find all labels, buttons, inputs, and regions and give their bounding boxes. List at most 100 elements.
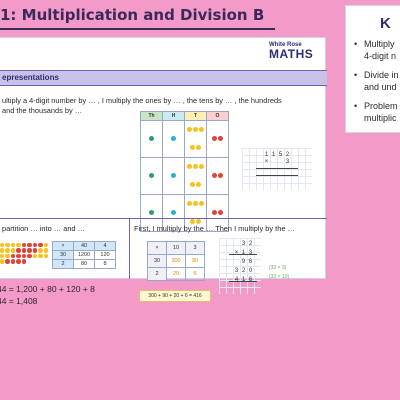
calc2-digit: 3 xyxy=(248,250,253,256)
key-item-1-line-2: 4-digit n xyxy=(364,51,397,61)
partition-cell: 120 xyxy=(94,250,116,260)
calc-rule xyxy=(256,168,298,169)
pv-cell-h xyxy=(162,120,185,158)
slide-card: White Rose MATHS epresentations ultiply … xyxy=(0,37,327,306)
partition-cell: 4 xyxy=(94,241,116,251)
brand-main-text: MATHS xyxy=(269,47,314,61)
calc-digit: 5 xyxy=(278,152,283,158)
partition-row: 2 80 8 xyxy=(52,259,116,269)
counter-dot xyxy=(10,248,15,253)
place-value-counter xyxy=(199,201,204,207)
calc2-rule xyxy=(229,281,257,282)
counter-dot xyxy=(5,248,10,253)
area-cell: 300 xyxy=(166,254,186,268)
calc2-digit: 3 xyxy=(234,268,239,274)
partition-cell: 40 xyxy=(73,241,95,251)
counter-dot xyxy=(16,259,21,264)
area-cell: 20 xyxy=(166,267,186,281)
place-value-counter xyxy=(193,201,198,207)
calc2-digit: × xyxy=(234,250,239,256)
column-calculation-2: 3 2 × 1 3 9 6 3 2 0 4 1 6 xyxy=(219,238,261,294)
key-item-2: • Divide in and und xyxy=(354,69,399,93)
pv-cell-o xyxy=(206,120,229,158)
calc2-digit: 2 xyxy=(248,241,253,247)
sum-box: 300 + 90 + 20 + 6 = 416 xyxy=(139,290,211,302)
counter-dot xyxy=(32,248,37,253)
pv-row xyxy=(140,157,229,195)
bullet-icon: • xyxy=(354,70,358,80)
partition-row: 30 1200 120 xyxy=(52,250,116,260)
brand-logo: White Rose MATHS xyxy=(269,42,313,60)
calc2-digit: 2 xyxy=(241,268,246,274)
calc-digit: 1 xyxy=(264,152,269,158)
pv-cell-h xyxy=(162,157,185,195)
place-value-counter xyxy=(196,182,201,188)
calc-note-2: (32 × 10) xyxy=(269,274,290,280)
partition-cell: × xyxy=(52,241,74,251)
pv-header-t: T xyxy=(184,111,207,121)
place-value-counter xyxy=(190,145,195,151)
partition-cell: 1200 xyxy=(73,250,95,260)
counter-dot xyxy=(27,242,32,247)
place-value-counter xyxy=(171,136,176,142)
counter-dot xyxy=(27,253,32,258)
section-heading: epresentations xyxy=(2,73,59,82)
unit-title: 1: Multiplication and Division B xyxy=(0,6,265,24)
key-panel-title: K xyxy=(380,15,391,32)
place-value-counter xyxy=(218,210,223,216)
area-cell: 3 xyxy=(185,241,205,255)
counter-dot xyxy=(38,253,43,258)
place-value-counter xyxy=(212,173,217,179)
bullet-icon: • xyxy=(354,39,358,49)
counter-dot xyxy=(0,259,4,264)
partition-row: × 40 4 xyxy=(52,241,116,251)
partition-cell: 8 xyxy=(94,259,116,269)
prompt-3: First, I multiply by the … Then I multip… xyxy=(134,224,295,233)
place-value-counter xyxy=(149,136,154,142)
prompt-1-line-1: ultiply a 4-digit number by … , I multip… xyxy=(2,96,282,105)
place-value-counter xyxy=(190,182,195,188)
area-cell: 2 xyxy=(147,267,167,281)
counter-dot xyxy=(21,259,26,264)
place-value-table: Th H T O xyxy=(140,111,229,232)
pv-cell-t xyxy=(184,157,207,195)
area-cell: 90 xyxy=(185,254,205,268)
partition-table-body: × 40 4 30 1200 120 2 80 8 xyxy=(52,241,116,269)
area-cell: 6 xyxy=(185,267,205,281)
counter-dot xyxy=(5,259,10,264)
counter-dot xyxy=(38,248,43,253)
counter-dot xyxy=(21,253,26,258)
place-value-counter xyxy=(149,210,154,216)
counter-dot xyxy=(27,248,32,253)
area-table-body: × 10 3 30 300 90 2 20 6 xyxy=(147,241,205,281)
area-cell: × xyxy=(147,241,167,255)
counter-dot xyxy=(10,242,15,247)
counter-dot xyxy=(10,259,15,264)
key-item-2-line-1: Divide in xyxy=(364,70,399,80)
counter-dot xyxy=(10,253,15,258)
key-learning-panel: K • Multiply 4-digit n • Divide in and und… xyxy=(345,5,400,133)
calc2-rule xyxy=(229,254,257,255)
bullet-icon: • xyxy=(354,101,358,111)
calc2-digit: 6 xyxy=(248,277,253,283)
place-value-counter xyxy=(187,201,192,207)
calc-multiplier: 3 xyxy=(285,159,290,165)
counter-dot xyxy=(21,242,26,247)
calc2-digit: 1 xyxy=(241,277,246,283)
counter-dot xyxy=(32,253,37,258)
calc2-digit: 3 xyxy=(241,241,246,247)
area-row: 2 20 6 xyxy=(147,267,205,281)
calc-rule xyxy=(256,175,298,176)
calc2-digit: 4 xyxy=(234,277,239,283)
area-table: × 10 3 30 300 90 2 20 6 xyxy=(147,241,205,281)
partition-cell: 80 xyxy=(73,259,95,269)
equation-1: 44 = 1,200 + 80 + 120 + 8 xyxy=(0,284,95,294)
key-item-3: • Problem multiplic xyxy=(354,100,398,124)
counter-dot xyxy=(43,248,48,253)
pv-row xyxy=(140,120,229,158)
key-item-2-line-2: and und xyxy=(364,82,397,92)
pv-cell-th xyxy=(140,157,163,195)
equation-2: 44 = 1,408 xyxy=(0,296,38,306)
key-item-1-line-1: Multiply xyxy=(364,39,395,49)
pv-cell-t xyxy=(184,120,207,158)
